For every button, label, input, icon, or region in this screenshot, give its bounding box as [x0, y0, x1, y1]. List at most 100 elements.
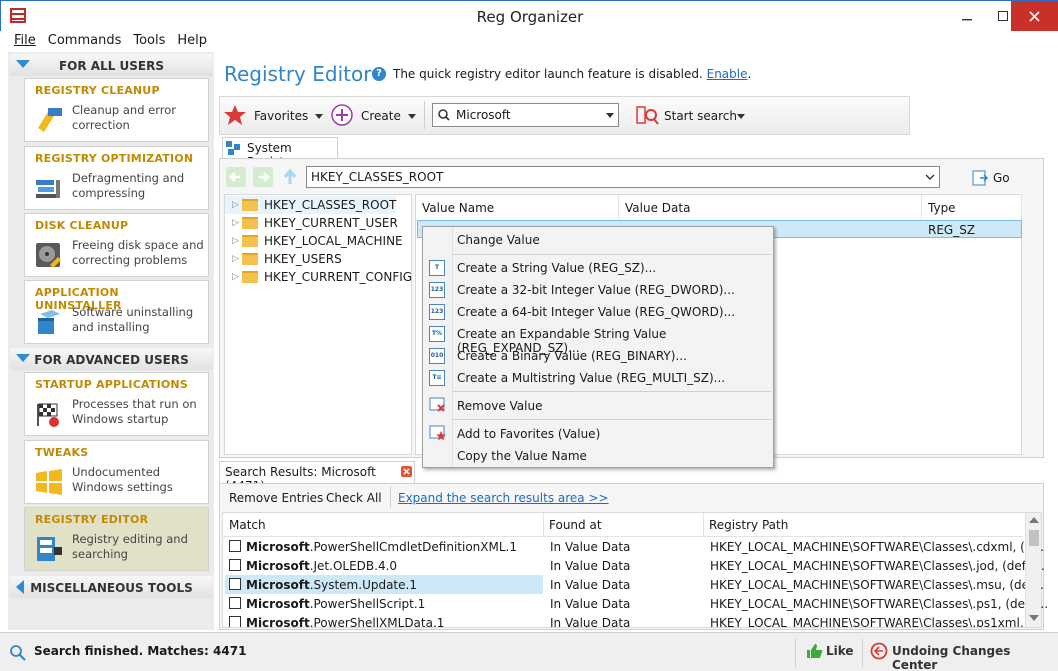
scroll-thumb[interactable]: [1029, 530, 1039, 546]
close-tab-icon[interactable]: [401, 466, 412, 477]
menu-remove-value[interactable]: Remove Value: [457, 399, 542, 413]
row-checkbox[interactable]: [229, 540, 241, 552]
search-combobox[interactable]: Microsoft: [432, 103, 619, 127]
tree-item-hku[interactable]: ▷ HKEY_USERS: [225, 250, 342, 268]
enable-link[interactable]: Enable: [707, 67, 748, 81]
menu-bar: File Commands Tools Help: [0, 31, 1058, 51]
sidebar: FOR ALL USERS REGISTRY CLEANUP Cleanup a…: [8, 52, 214, 630]
row-checkbox[interactable]: [229, 597, 241, 609]
card-registry-optimization[interactable]: REGISTRY OPTIMIZATION Defragmenting and c…: [24, 146, 209, 210]
window-title: Reg Organizer: [476, 8, 584, 26]
race-flag-icon: [37, 403, 59, 427]
column-found-at[interactable]: Found at: [549, 518, 602, 532]
up-arrow-icon: [283, 168, 297, 184]
undo-changes-icon: [870, 642, 888, 660]
favorites-button[interactable]: Favorites: [254, 109, 308, 123]
binary-value-icon: 010: [429, 348, 445, 364]
table-row[interactable]: Microsoft.Jet.OLEDB.4.0 In Value Data HKEY…: [225, 556, 1045, 575]
menu-create-binary[interactable]: Create a Binary Value (REG_BINARY)...: [457, 349, 687, 363]
menu-create-string[interactable]: Create a String Value (REG_SZ)...: [457, 261, 656, 275]
section-for-advanced-users[interactable]: FOR ADVANCED USERS: [10, 348, 213, 370]
string-value-icon: T: [429, 260, 445, 276]
expand-results-link[interactable]: Expand the search results area >>: [398, 491, 609, 505]
expand-icon: ▷: [232, 272, 239, 282]
column-match[interactable]: Match: [229, 518, 266, 532]
start-search-button[interactable]: Start search: [664, 109, 737, 123]
scroll-up-icon[interactable]: [1029, 517, 1039, 523]
minimize-button[interactable]: [949, 1, 985, 31]
tree-item-hkcr[interactable]: ▷ HKEY_CLASSES_ROOT: [225, 196, 397, 214]
menu-tools[interactable]: Tools: [127, 31, 171, 51]
create-dropdown-icon[interactable]: [408, 114, 416, 119]
card-tweaks[interactable]: TWEAKS Undocumented Windows settings: [24, 440, 209, 504]
menu-create-dword[interactable]: Create a 32-bit Integer Value (REG_DWORD…: [457, 283, 735, 297]
back-button[interactable]: [226, 167, 246, 187]
card-application-uninstaller[interactable]: APPLICATION UNINSTALLER Software uninsta…: [24, 280, 209, 344]
menu-add-favorites[interactable]: Add to Favorites (Value): [457, 427, 600, 441]
table-row[interactable]: Microsoft.PowerShellXMLData.1 In Value Da…: [225, 613, 1025, 627]
results-header: [223, 513, 1023, 537]
tab-system-registry[interactable]: System Registry: [222, 137, 338, 169]
go-button[interactable]: Go: [993, 171, 1010, 185]
up-button[interactable]: [280, 167, 300, 187]
folder-icon: [242, 235, 258, 247]
favorites-star-icon: [224, 105, 246, 125]
remove-value-icon: [429, 397, 445, 412]
undo-changes-center-button[interactable]: Undoing Changes Center: [892, 644, 1058, 671]
context-menu: Change Value T Create a String Value (RE…: [422, 226, 774, 468]
create-button[interactable]: Create: [361, 109, 401, 123]
row-checkbox[interactable]: [229, 559, 241, 571]
toolbar-divider: [424, 101, 425, 129]
registry-blocks-icon: [226, 141, 240, 155]
card-startup-applications[interactable]: STARTUP APPLICATIONS Processes that run …: [24, 372, 209, 436]
status-bar: Search finished. Matches: 4471 Like Undo…: [0, 632, 1058, 671]
tree-item-hkcc[interactable]: ▷ HKEY_CURRENT_CONFIG: [225, 268, 412, 286]
table-row[interactable]: Microsoft.PowerShellCmdletDefinitionXML.…: [225, 537, 1044, 556]
minimize-icon: [962, 19, 972, 21]
close-button[interactable]: [1011, 1, 1058, 31]
scroll-down-icon[interactable]: [1029, 615, 1039, 621]
expand-string-icon: T%: [429, 326, 445, 342]
card-registry-cleanup[interactable]: REGISTRY CLEANUP Cleanup and error correc…: [24, 78, 209, 142]
search-dropdown-icon[interactable]: [606, 113, 614, 118]
path-combobox[interactable]: HKEY_CLASSES_ROOT: [306, 166, 940, 188]
card-disk-cleanup[interactable]: DISK CLEANUP Freeing disk space and corre…: [24, 213, 209, 277]
menu-help[interactable]: Help: [171, 31, 213, 51]
menu-file[interactable]: File: [8, 31, 42, 51]
card-registry-editor[interactable]: REGISTRY EDITOR Registry editing and sear…: [24, 507, 209, 571]
qword-value-icon: 123: [429, 304, 445, 320]
divider: [390, 486, 391, 508]
hard-disk-icon: [36, 243, 61, 268]
search-icon: [10, 645, 26, 661]
tree-item-hkcu[interactable]: ▷ HKEY_CURRENT_USER: [225, 214, 398, 232]
forward-button[interactable]: [253, 167, 273, 187]
menu-create-multistring[interactable]: Create a Multistring Value (REG_MULTI_SZ…: [457, 371, 725, 385]
start-search-dropdown-icon[interactable]: [737, 114, 745, 119]
menu-change-value[interactable]: Change Value: [457, 233, 540, 247]
row-checkbox[interactable]: [229, 578, 241, 590]
like-button[interactable]: Like: [826, 644, 854, 658]
search-input[interactable]: Microsoft: [456, 108, 511, 122]
table-row[interactable]: Microsoft.PowerShellScript.1 In Value Dat…: [225, 594, 1048, 613]
tab-search-results[interactable]: Search Results: Microsoft (4471): [219, 461, 415, 493]
column-registry-path[interactable]: Registry Path: [709, 518, 788, 532]
section-for-all-users[interactable]: FOR ALL USERS: [10, 54, 213, 76]
favorites-dropdown-icon[interactable]: [315, 114, 323, 119]
vertical-scrollbar[interactable]: [1025, 513, 1041, 627]
search-icon: [438, 109, 450, 121]
path-dropdown-icon[interactable]: [925, 174, 935, 181]
row-checkbox[interactable]: [229, 616, 241, 627]
menu-create-qword[interactable]: Create a 64-bit Integer Value (REG_QWORD…: [457, 305, 735, 319]
column-value-name[interactable]: Value Name: [416, 195, 619, 219]
column-value-data[interactable]: Value Data: [619, 195, 922, 219]
menu-copy-value-name[interactable]: Copy the Value Name: [457, 449, 587, 463]
dword-value-icon: 123: [429, 282, 445, 298]
menu-commands[interactable]: Commands: [42, 31, 128, 51]
column-type[interactable]: Type: [922, 195, 1022, 219]
remove-entries-button[interactable]: Remove Entries: [229, 491, 323, 505]
table-row[interactable]: Microsoft.System.Update.1 In Value Data HK…: [225, 575, 1044, 594]
section-miscellaneous-tools[interactable]: MISCELLANEOUS TOOLS: [10, 576, 213, 598]
close-icon: [1029, 10, 1040, 22]
tree-item-hklm[interactable]: ▷ HKEY_LOCAL_MACHINE: [225, 232, 403, 250]
check-all-button[interactable]: Check All: [326, 491, 382, 505]
